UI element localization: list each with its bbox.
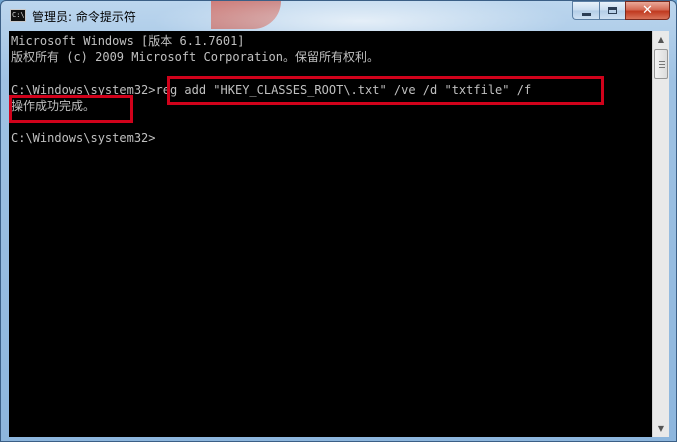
console-line-prompt: C:\Windows\system32> [11,131,156,145]
grip-line [659,61,665,62]
grip-line [659,64,665,65]
scroll-down-button[interactable]: ▼ [653,420,669,437]
scroll-up-button[interactable]: ▲ [653,31,669,48]
console-output[interactable]: Microsoft Windows [版本 6.1.7601] 版权所有 (c)… [9,31,652,437]
cmd-icon[interactable]: C:\ [10,9,26,22]
maximize-button[interactable] [599,1,625,20]
window-controls: ✕ [572,1,670,22]
window-title: 管理员: 命令提示符 [32,10,136,24]
command-highlight-box [167,76,604,105]
result-highlight-box [9,95,133,123]
minimize-button[interactable] [572,1,599,20]
title-bar[interactable]: C:\ 管理员: 命令提示符 ✕ [1,1,676,51]
minimize-icon [581,12,591,16]
grip-line [659,67,665,68]
console-line-copyright: 版权所有 (c) 2009 Microsoft Corporation。保留所有… [11,50,379,64]
scroll-thumb[interactable] [654,49,668,79]
close-icon: ✕ [642,3,653,18]
arrow-down-icon: ▼ [657,424,665,433]
maximize-icon [608,7,617,14]
close-button[interactable]: ✕ [625,1,670,20]
console-line-version: Microsoft Windows [版本 6.1.7601] [11,34,245,48]
arrow-up-icon: ▲ [657,35,665,44]
cmd-window: C:\ 管理员: 命令提示符 ✕ Microsoft Windows [版本 6… [0,0,677,442]
vertical-scrollbar[interactable]: ▲ ▼ [652,31,669,437]
